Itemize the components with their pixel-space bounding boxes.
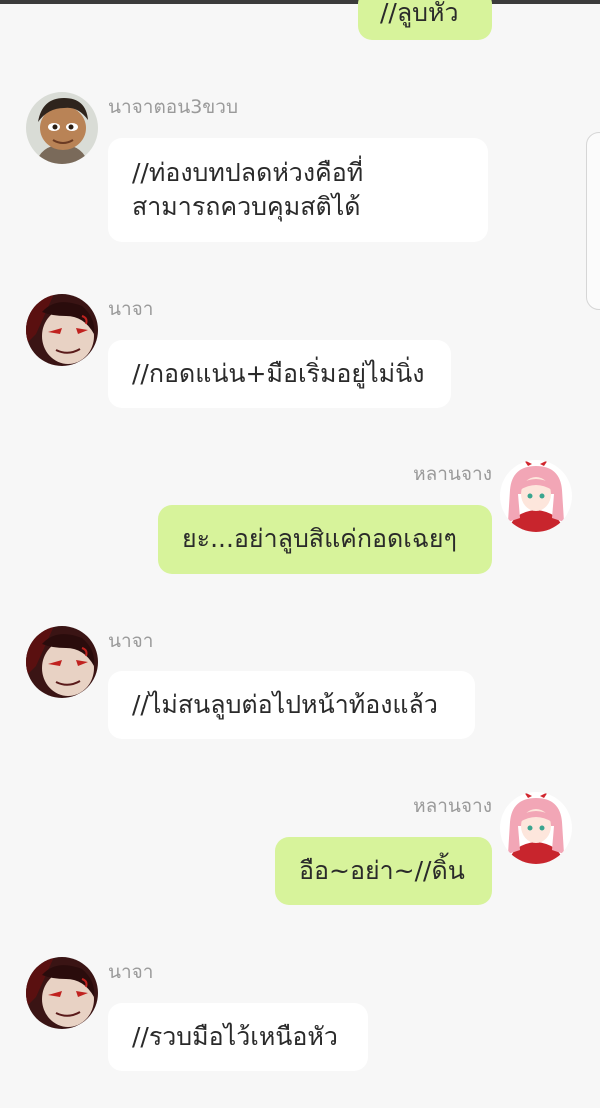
message-text: อือ~อย่า~//ดิ้น: [299, 856, 465, 885]
demon-avatar-icon[interactable]: [26, 294, 98, 366]
sender-name: นาจา: [108, 630, 154, 652]
message-text: //กอดแน่น+มือเริ่มอยู่ไม่นิ่ง: [132, 359, 425, 388]
message-bubble-incoming[interactable]: //ไม่สนลูบต่อไปหน้าท้องแล้ว: [108, 671, 475, 739]
message-text: //ลูบหัว: [380, 0, 459, 27]
message-text-line: //ท่องบทปลดห่วงคือที่: [132, 158, 364, 187]
sender-name: หลานจาง: [413, 463, 492, 485]
message-bubble-incoming[interactable]: //รวบมือไว้เหนือหัว: [108, 1003, 368, 1071]
sender-name: นาจาตอน3ขวบ: [108, 96, 239, 118]
message-text: ยะ...อย่าลูบสิแค่กอดเฉยๆ: [182, 524, 457, 553]
message-text-line: สามารถควบคุมสติได้: [132, 192, 361, 221]
demon-avatar-icon[interactable]: [26, 957, 98, 1029]
pink-hair-girl-avatar-icon[interactable]: [500, 460, 572, 532]
message-text: //รวบมือไว้เหนือหัว: [132, 1022, 338, 1051]
demon-avatar-icon[interactable]: [26, 626, 98, 698]
status-bar: [0, 0, 600, 4]
sender-name: หลานจาง: [413, 795, 492, 817]
child-avatar-icon[interactable]: [26, 92, 98, 164]
edge-panel-handle[interactable]: [586, 132, 600, 310]
message-bubble-outgoing[interactable]: อือ~อย่า~//ดิ้น: [275, 837, 492, 905]
sender-name: นาจา: [108, 298, 154, 320]
message-bubble-outgoing[interactable]: //ลูบหัว: [358, 0, 492, 40]
message-bubble-incoming[interactable]: //กอดแน่น+มือเริ่มอยู่ไม่นิ่ง: [108, 340, 451, 408]
pink-hair-girl-avatar-icon[interactable]: [500, 792, 572, 864]
message-text: //ไม่สนลูบต่อไปหน้าท้องแล้ว: [132, 690, 438, 719]
sender-name: นาจา: [108, 961, 154, 983]
message-bubble-incoming[interactable]: //ท่องบทปลดห่วงคือที่ สามารถควบคุมสติได้: [108, 138, 488, 242]
message-bubble-outgoing[interactable]: ยะ...อย่าลูบสิแค่กอดเฉยๆ: [158, 505, 492, 574]
